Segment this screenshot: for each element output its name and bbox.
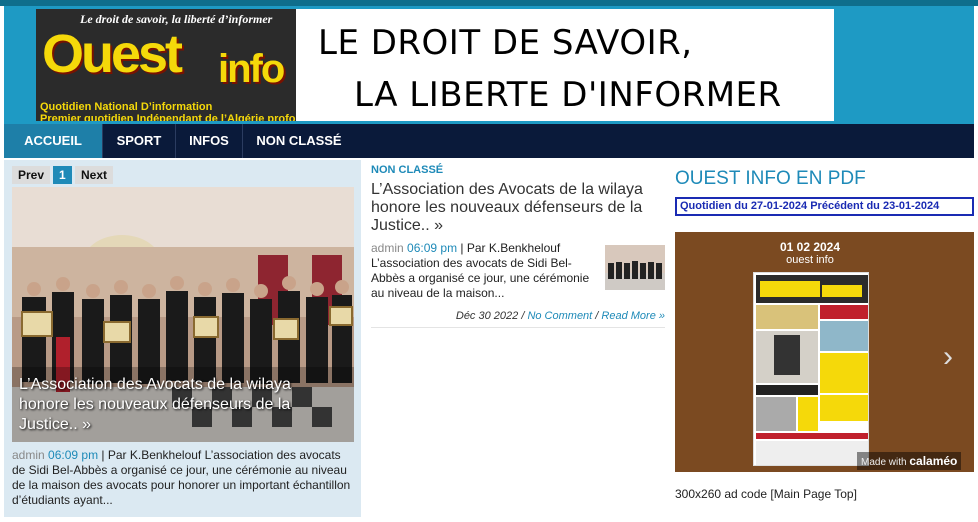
comment-link[interactable]: No Comment [527, 310, 592, 322]
excerpt-text: | Par K.Benkhelouf L’association des avo… [371, 241, 590, 300]
read-more-link[interactable]: Read More » [601, 310, 665, 322]
newspaper-cover-image [754, 273, 868, 465]
author-label[interactable]: admin [371, 241, 404, 255]
post-title-link[interactable]: L’Association des Avocats de la wilaya h… [371, 181, 656, 235]
slider-excerpt: admin 06:09 pm | Par K.Benkhelouf L’asso… [12, 448, 354, 508]
post-thumbnail[interactable] [605, 245, 665, 290]
calameo-badge[interactable]: Made with calaméo [857, 452, 962, 470]
prev-button[interactable]: Prev [12, 166, 51, 184]
next-page-chevron-icon[interactable]: › [943, 340, 953, 374]
nav-item-accueil[interactable]: ACCUEIL [4, 124, 102, 158]
previous-issue-link[interactable]: Précédent du 23-01-2024 [810, 200, 939, 212]
pdf-section-title: OUEST INFO EN PDF [675, 168, 866, 189]
logo-subtitle: Quotidien National D’information [40, 101, 213, 113]
divider [371, 327, 665, 328]
newspaper-cover[interactable] [753, 272, 869, 466]
header-banner: LE DROIT DE SAVOIR, LA LIBERTE D'INFORME… [296, 9, 834, 121]
post-excerpt: admin 06:09 pm | Par K.Benkhelouf L’asso… [371, 241, 599, 301]
post-category-link[interactable]: NON CLASSÉ [371, 164, 443, 176]
main-nav: ACCUEIL SPORT INFOS NON CLASSÉ [4, 124, 974, 158]
banner-line-2: LA LIBERTE D'INFORMER [354, 75, 782, 115]
logo-brand-ouest: Ouest [42, 24, 183, 84]
logo-brand-info: info [218, 47, 285, 91]
logo-subtitle-2: Premier quotidien Indépendant de l’Algér… [40, 113, 296, 121]
post-footer: Déc 30 2022 / No Comment / Read More » [455, 310, 665, 322]
nav-item-sport[interactable]: SPORT [103, 124, 175, 158]
page-1-button[interactable]: 1 [53, 166, 72, 184]
banner-line-1: LE DROIT DE SAVOIR, [318, 23, 693, 63]
calameo-logo: calaméo [909, 454, 958, 468]
post-date: Déc 30 2022 [455, 310, 519, 322]
pdf-links-box: Quotidien du 27-01-2024 Précédent du 23-… [675, 197, 974, 216]
issue-publication: ouest info [786, 254, 834, 266]
post-time: 06:09 pm [407, 241, 458, 255]
nav-item-infos[interactable]: INFOS [176, 124, 242, 158]
author-label[interactable]: admin [12, 448, 45, 462]
next-button[interactable]: Next [75, 166, 114, 184]
thumbnail-image [605, 245, 665, 290]
ad-placeholder: 300x260 ad code [Main Page Top] [675, 487, 857, 501]
made-with-label: Made with [861, 457, 907, 468]
issue-date: 01 02 2024 [779, 240, 841, 254]
current-issue-link[interactable]: Quotidien du 27-01-2024 [680, 200, 807, 212]
post-time: 06:09 pm [48, 448, 99, 462]
nav-item-non-classe[interactable]: NON CLASSÉ [243, 124, 355, 158]
pdf-viewer[interactable]: 01 02 2024 ouest info › Made with calamé… [675, 232, 974, 472]
site-logo[interactable]: Le droit de savoir, la liberté d’informe… [36, 9, 296, 121]
slider-headline[interactable]: L’Association des Avocats de la wilaya h… [19, 375, 339, 435]
